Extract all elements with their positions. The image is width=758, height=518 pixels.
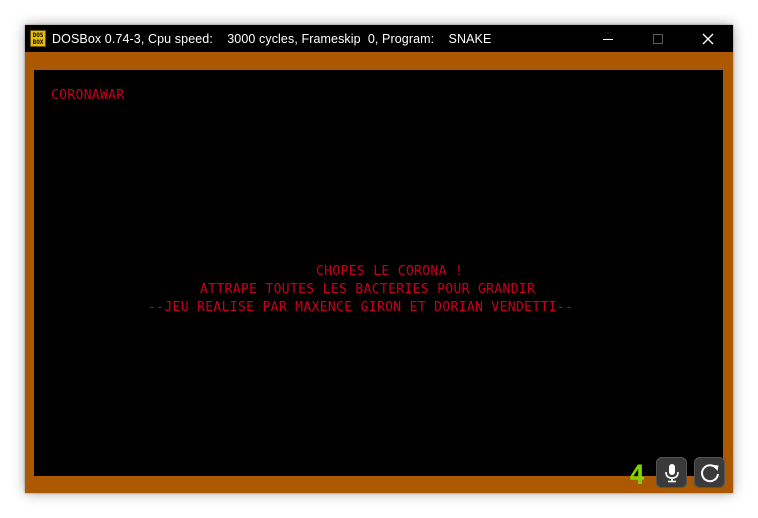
game-header: CORONAWAR <box>51 87 125 104</box>
maximize-button[interactable] <box>633 25 683 52</box>
game-line-2: ATTRAPE TOUTES LES BACTERIES POUR GRANDI… <box>200 281 536 298</box>
title-bar[interactable]: DOS BOX DOSBox 0.74-3, Cpu speed: 3000 c… <box>25 25 733 52</box>
close-button[interactable] <box>683 25 733 52</box>
window-title: DOSBox 0.74-3, Cpu speed: 3000 cycles, F… <box>52 31 492 46</box>
close-icon <box>702 33 714 44</box>
game-line-1: CHOPES LE CORONA ! <box>316 263 464 280</box>
refresh-button[interactable] <box>694 457 725 488</box>
window-controls <box>583 25 733 52</box>
microphone-button[interactable] <box>656 457 687 488</box>
dosbox-app-icon[interactable]: DOS BOX <box>30 30 46 47</box>
refresh-icon <box>700 463 719 482</box>
app-icon-label: DOS BOX <box>32 32 44 46</box>
dosbox-window: DOS BOX DOSBox 0.74-3, Cpu speed: 3000 c… <box>25 25 733 493</box>
maximize-icon <box>653 33 663 44</box>
minimize-icon <box>603 38 613 40</box>
minimize-button[interactable] <box>583 25 633 52</box>
microphone-icon <box>664 463 679 482</box>
game-line-3: --JEU REALISE PAR MAXENCE GIRON ET DORIA… <box>148 299 574 316</box>
overlay-counter: 4 <box>629 460 646 491</box>
dos-screen[interactable]: CORONAWAR CHOPES LE CORONA ! ATTRAPE TOU… <box>34 70 723 476</box>
